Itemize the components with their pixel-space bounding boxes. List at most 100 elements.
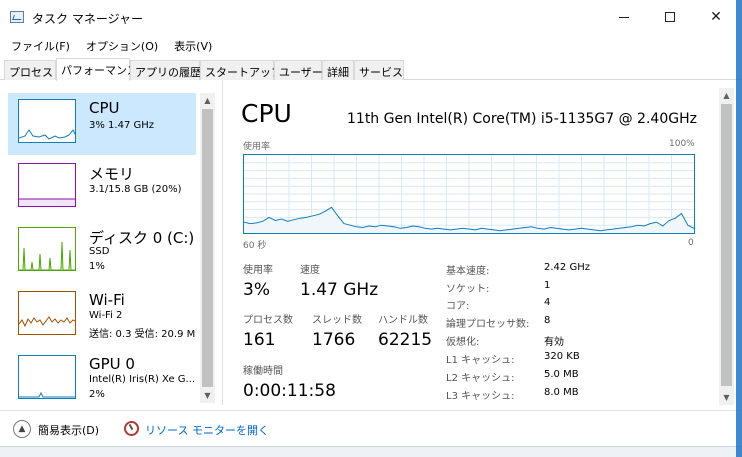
threads-value: 1766 [312, 330, 356, 350]
resource-monitor-icon[interactable] [124, 421, 139, 436]
detail-scrollbar[interactable]: ▲ ▼ [719, 88, 734, 405]
handles-value: 62215 [378, 330, 433, 350]
cpu-model: 11th Gen Intel(R) Core(TM) i5-1135G7 @ 2… [347, 111, 697, 127]
info-label: コア: [446, 301, 470, 312]
cpu-usage-graph [243, 154, 695, 234]
wifi-thumbnail [18, 291, 76, 335]
resource-detail: Wi-Fi 2 [89, 310, 123, 321]
background-window-strip [0, 446, 742, 457]
info-value: 5.0 MB [544, 369, 579, 380]
resource-name: CPU [89, 99, 120, 117]
tab-app-history[interactable]: アプリの履歴 [130, 60, 201, 80]
resource-name: メモリ [89, 165, 135, 183]
fewer-details-button[interactable]: 簡易表示(D) [38, 422, 99, 438]
info-label: ソケット: [446, 284, 490, 295]
info-value: 1 [544, 280, 551, 291]
resource-name: ディスク 0 (C:) [89, 229, 195, 247]
resource-list-scrollbar[interactable]: ▲ ▼ [200, 93, 215, 403]
tab-users[interactable]: ユーザー [274, 60, 323, 80]
maximize-button[interactable] [647, 0, 693, 34]
window-title: タスク マネージャー [32, 12, 143, 26]
title-bar: タスク マネージャー ✕ [0, 0, 742, 34]
memory-thumbnail-graph [19, 198, 75, 206]
info-value: 有効 [544, 337, 564, 348]
info-value: 8 [544, 315, 551, 326]
resource-detail: 3% 1.47 GHz [89, 120, 155, 131]
pane-divider[interactable] [222, 80, 223, 405]
scroll-down-arrow-icon[interactable]: ▼ [200, 388, 215, 403]
info-label: L3 キャッシュ: [446, 391, 515, 402]
resource-wifi[interactable]: Wi-Fi Wi-Fi 2 送信: 0.3 受信: 20.9 M [8, 285, 196, 347]
scroll-up-arrow-icon[interactable]: ▲ [200, 93, 215, 108]
disk-thumbnail-graph [19, 241, 75, 270]
scroll-up-arrow-icon[interactable]: ▲ [719, 88, 734, 103]
graph-usage-label: 使用率 [243, 142, 271, 152]
detail-title: CPU [241, 99, 292, 128]
threads-label: スレッド数 [312, 315, 362, 326]
resource-list: CPU 3% 1.47 GHz メモリ 3.1/15.8 GB (20%) ディ… [8, 93, 214, 403]
resource-cpu[interactable]: CPU 3% 1.47 GHz [8, 93, 196, 155]
maximize-icon [665, 12, 675, 22]
resource-throughput: 送信: 0.3 受信: 20.9 M [89, 329, 196, 340]
info-label: 基本速度: [446, 266, 490, 277]
chevron-up-icon[interactable]: ▲ [13, 420, 31, 438]
minimize-icon [619, 16, 629, 18]
tab-startup[interactable]: スタートアップ [200, 60, 282, 80]
disk-thumbnail [18, 227, 76, 271]
memory-thumbnail [18, 163, 76, 207]
wifi-thumbnail-graph [19, 316, 75, 328]
menu-file[interactable]: ファイル(F) [0, 36, 75, 56]
utilization-value: 3% [243, 280, 270, 300]
info-value: 4 [544, 297, 551, 308]
utilization-label: 使用率 [243, 265, 273, 276]
resource-detail: 3.1/15.8 GB (20%) [89, 184, 182, 195]
tab-details[interactable]: 詳細 [322, 60, 354, 80]
scroll-down-arrow-icon[interactable]: ▼ [719, 390, 734, 405]
menu-view[interactable]: 表示(V) [163, 36, 217, 56]
resource-memory[interactable]: メモリ 3.1/15.8 GB (20%) [8, 157, 196, 219]
menu-bar: ファイル(F) オプション(O) 表示(V) [0, 36, 742, 56]
cpu-thumbnail-graph [19, 129, 75, 140]
detail-scroll-thumb[interactable] [721, 104, 732, 386]
graph-max-label: 100% [669, 139, 695, 149]
uptime-value: 0:00:11:58 [243, 381, 336, 401]
resource-usage: 2% [89, 389, 105, 400]
resource-name: Wi-Fi [89, 291, 125, 309]
tab-processes[interactable]: プロセス [4, 60, 56, 80]
resource-name: GPU 0 [89, 355, 135, 373]
info-value: 2.42 GHz [544, 262, 590, 273]
speed-label: 速度 [300, 265, 320, 276]
handles-label: ハンドル数 [378, 315, 428, 326]
gpu-thumbnail [18, 355, 76, 399]
menu-options[interactable]: オプション(O) [75, 36, 163, 56]
uptime-label: 稼働時間 [243, 366, 283, 377]
info-label: 論理プロセッサ数: [446, 319, 530, 330]
task-manager-icon [10, 11, 24, 23]
footer: ▲ 簡易表示(D) リソース モニターを開く [0, 410, 742, 446]
close-button[interactable]: ✕ [693, 0, 739, 34]
resource-usage: 1% [89, 261, 105, 272]
info-label: L1 キャッシュ: [446, 355, 515, 366]
resource-detail: SSD [89, 246, 110, 257]
minimize-button[interactable] [601, 0, 647, 34]
close-icon: ✕ [710, 9, 722, 25]
gpu-thumbnail-graph [19, 391, 75, 398]
graph-time-label: 60 秒 [243, 241, 267, 251]
speed-value: 1.47 GHz [300, 280, 379, 300]
cpu-usage-graph-svg [243, 155, 695, 233]
info-label: 仮想化: [446, 337, 480, 348]
tab-bar: プロセス パフォーマンス アプリの履歴 スタートアップ ユーザー 詳細 サービス [0, 58, 742, 81]
processes-value: 161 [243, 330, 276, 350]
tab-performance[interactable]: パフォーマンス [56, 58, 138, 81]
graph-zero-label: 0 [688, 238, 694, 248]
processes-label: プロセス数 [243, 315, 293, 326]
resource-gpu[interactable]: GPU 0 Intel(R) Iris(R) Xe G... 2% [8, 349, 196, 403]
resource-disk[interactable]: ディスク 0 (C:) SSD 1% [8, 221, 196, 283]
tab-services[interactable]: サービス [354, 60, 404, 80]
open-resource-monitor-link[interactable]: リソース モニターを開く [145, 422, 269, 438]
resource-detail: Intel(R) Iris(R) Xe G... [89, 374, 196, 385]
info-value: 320 KB [544, 351, 580, 362]
cpu-thumbnail [18, 99, 76, 143]
info-label: L2 キャッシュ: [446, 373, 515, 384]
resource-list-scroll-thumb[interactable] [202, 109, 213, 387]
